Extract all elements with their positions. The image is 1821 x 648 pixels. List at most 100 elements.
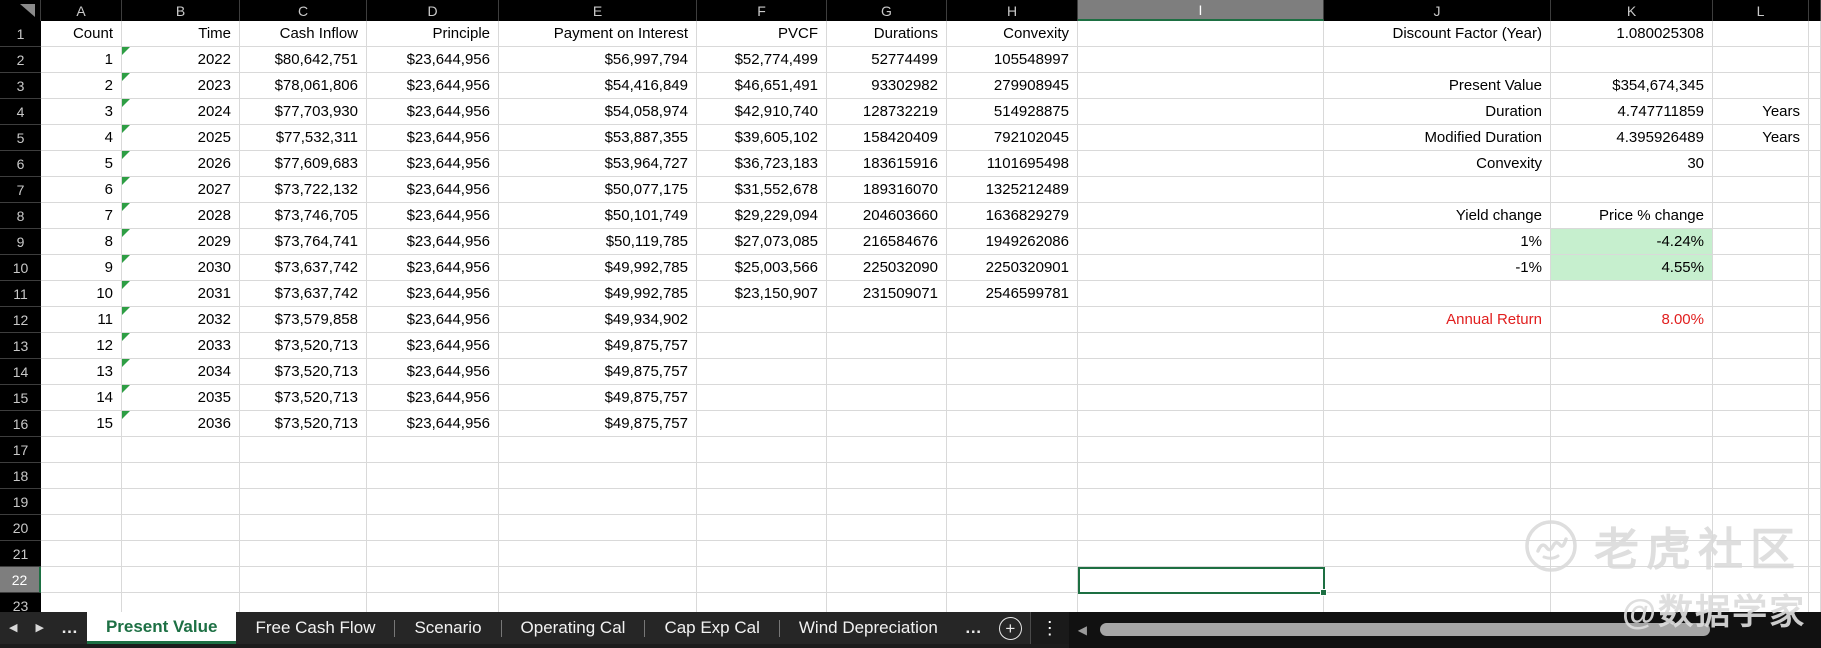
cell-F9[interactable]: $27,073,085 bbox=[697, 229, 827, 255]
cell-A4[interactable]: 3 bbox=[41, 99, 122, 125]
sheet-tab-cap-exp-cal[interactable]: Cap Exp Cal bbox=[645, 612, 778, 644]
cell-C3[interactable]: $78,061,806 bbox=[240, 73, 367, 99]
cell-I2[interactable] bbox=[1078, 47, 1324, 73]
cell-E11[interactable]: $49,992,785 bbox=[499, 281, 697, 307]
cell-L23[interactable] bbox=[1713, 593, 1809, 612]
cell-L19[interactable] bbox=[1713, 489, 1809, 515]
cell-H20[interactable] bbox=[947, 515, 1078, 541]
cell-F17[interactable] bbox=[697, 437, 827, 463]
cell-L16[interactable] bbox=[1713, 411, 1809, 437]
cell-H10[interactable]: 2250320901 bbox=[947, 255, 1078, 281]
cell-x22[interactable] bbox=[1809, 567, 1821, 593]
column-header-H[interactable]: H bbox=[947, 0, 1078, 21]
cell-I11[interactable] bbox=[1078, 281, 1324, 307]
cell-F19[interactable] bbox=[697, 489, 827, 515]
cell-B20[interactable] bbox=[122, 515, 240, 541]
cell-F8[interactable]: $29,229,094 bbox=[697, 203, 827, 229]
cell-L14[interactable] bbox=[1713, 359, 1809, 385]
cell-H21[interactable] bbox=[947, 541, 1078, 567]
cell-A13[interactable]: 12 bbox=[41, 333, 122, 359]
cell-F22[interactable] bbox=[697, 567, 827, 593]
cell-A22[interactable] bbox=[41, 567, 122, 593]
cell-G23[interactable] bbox=[827, 593, 947, 612]
cell-C4[interactable]: $77,703,930 bbox=[240, 99, 367, 125]
row-header-15[interactable]: 15 bbox=[0, 385, 41, 411]
cell-D8[interactable]: $23,644,956 bbox=[367, 203, 499, 229]
cell-x20[interactable] bbox=[1809, 515, 1821, 541]
column-header-G[interactable]: G bbox=[827, 0, 947, 21]
cell-E20[interactable] bbox=[499, 515, 697, 541]
cell-L6[interactable] bbox=[1713, 151, 1809, 177]
sheet-tab-scenario[interactable]: Scenario bbox=[395, 612, 500, 644]
cell-x8[interactable] bbox=[1809, 203, 1821, 229]
cell-I6[interactable] bbox=[1078, 151, 1324, 177]
cell-L18[interactable] bbox=[1713, 463, 1809, 489]
cell-G1[interactable]: Durations bbox=[827, 21, 947, 47]
cell-B11[interactable]: 2031 bbox=[122, 281, 240, 307]
cell-L17[interactable] bbox=[1713, 437, 1809, 463]
cell-A21[interactable] bbox=[41, 541, 122, 567]
cell-A2[interactable]: 1 bbox=[41, 47, 122, 73]
cell-K20[interactable] bbox=[1551, 515, 1713, 541]
cell-F18[interactable] bbox=[697, 463, 827, 489]
cell-x19[interactable] bbox=[1809, 489, 1821, 515]
cell-E15[interactable]: $49,875,757 bbox=[499, 385, 697, 411]
cell-E2[interactable]: $56,997,794 bbox=[499, 47, 697, 73]
scroll-left-icon[interactable]: ◀ bbox=[1078, 623, 1087, 637]
cell-L15[interactable] bbox=[1713, 385, 1809, 411]
cell-C8[interactable]: $73,746,705 bbox=[240, 203, 367, 229]
cell-B14[interactable]: 2034 bbox=[122, 359, 240, 385]
cell-D10[interactable]: $23,644,956 bbox=[367, 255, 499, 281]
cell-G16[interactable] bbox=[827, 411, 947, 437]
column-header-F[interactable]: F bbox=[697, 0, 827, 21]
cell-H19[interactable] bbox=[947, 489, 1078, 515]
column-header-J[interactable]: J bbox=[1324, 0, 1551, 21]
cell-L20[interactable] bbox=[1713, 515, 1809, 541]
cell-J21[interactable] bbox=[1324, 541, 1551, 567]
cell-J9[interactable]: 1% bbox=[1324, 229, 1551, 255]
cell-H6[interactable]: 1101695498 bbox=[947, 151, 1078, 177]
cell-I12[interactable] bbox=[1078, 307, 1324, 333]
row-header-8[interactable]: 8 bbox=[0, 203, 41, 229]
cell-K8[interactable]: Price % change bbox=[1551, 203, 1713, 229]
cell-C14[interactable]: $73,520,713 bbox=[240, 359, 367, 385]
cell-F14[interactable] bbox=[697, 359, 827, 385]
cell-D7[interactable]: $23,644,956 bbox=[367, 177, 499, 203]
cell-H5[interactable]: 792102045 bbox=[947, 125, 1078, 151]
cell-K21[interactable] bbox=[1551, 541, 1713, 567]
cell-B12[interactable]: 2032 bbox=[122, 307, 240, 333]
cell-F11[interactable]: $23,150,907 bbox=[697, 281, 827, 307]
cell-H4[interactable]: 514928875 bbox=[947, 99, 1078, 125]
row-header-16[interactable]: 16 bbox=[0, 411, 41, 437]
cell-G6[interactable]: 183615916 bbox=[827, 151, 947, 177]
cell-G7[interactable]: 189316070 bbox=[827, 177, 947, 203]
cell-K2[interactable] bbox=[1551, 47, 1713, 73]
cell-E5[interactable]: $53,887,355 bbox=[499, 125, 697, 151]
cell-x4[interactable] bbox=[1809, 99, 1821, 125]
cell-I13[interactable] bbox=[1078, 333, 1324, 359]
cell-x16[interactable] bbox=[1809, 411, 1821, 437]
row-header-23[interactable]: 23 bbox=[0, 593, 41, 612]
cell-I18[interactable] bbox=[1078, 463, 1324, 489]
cell-x13[interactable] bbox=[1809, 333, 1821, 359]
cell-L3[interactable] bbox=[1713, 73, 1809, 99]
cell-L7[interactable] bbox=[1713, 177, 1809, 203]
next-sheet-icon[interactable]: ▶ bbox=[26, 612, 52, 644]
cell-G2[interactable]: 52774499 bbox=[827, 47, 947, 73]
cell-G10[interactable]: 225032090 bbox=[827, 255, 947, 281]
cell-K16[interactable] bbox=[1551, 411, 1713, 437]
cell-H14[interactable] bbox=[947, 359, 1078, 385]
cell-D5[interactable]: $23,644,956 bbox=[367, 125, 499, 151]
cell-G8[interactable]: 204603660 bbox=[827, 203, 947, 229]
cell-A1[interactable]: Count bbox=[41, 21, 122, 47]
cell-C1[interactable]: Cash Inflow bbox=[240, 21, 367, 47]
cell-L10[interactable] bbox=[1713, 255, 1809, 281]
cell-E23[interactable] bbox=[499, 593, 697, 612]
cell-L8[interactable] bbox=[1713, 203, 1809, 229]
cell-K14[interactable] bbox=[1551, 359, 1713, 385]
cell-D3[interactable]: $23,644,956 bbox=[367, 73, 499, 99]
cell-x11[interactable] bbox=[1809, 281, 1821, 307]
cell-H16[interactable] bbox=[947, 411, 1078, 437]
cell-F16[interactable] bbox=[697, 411, 827, 437]
cell-D1[interactable]: Principle bbox=[367, 21, 499, 47]
